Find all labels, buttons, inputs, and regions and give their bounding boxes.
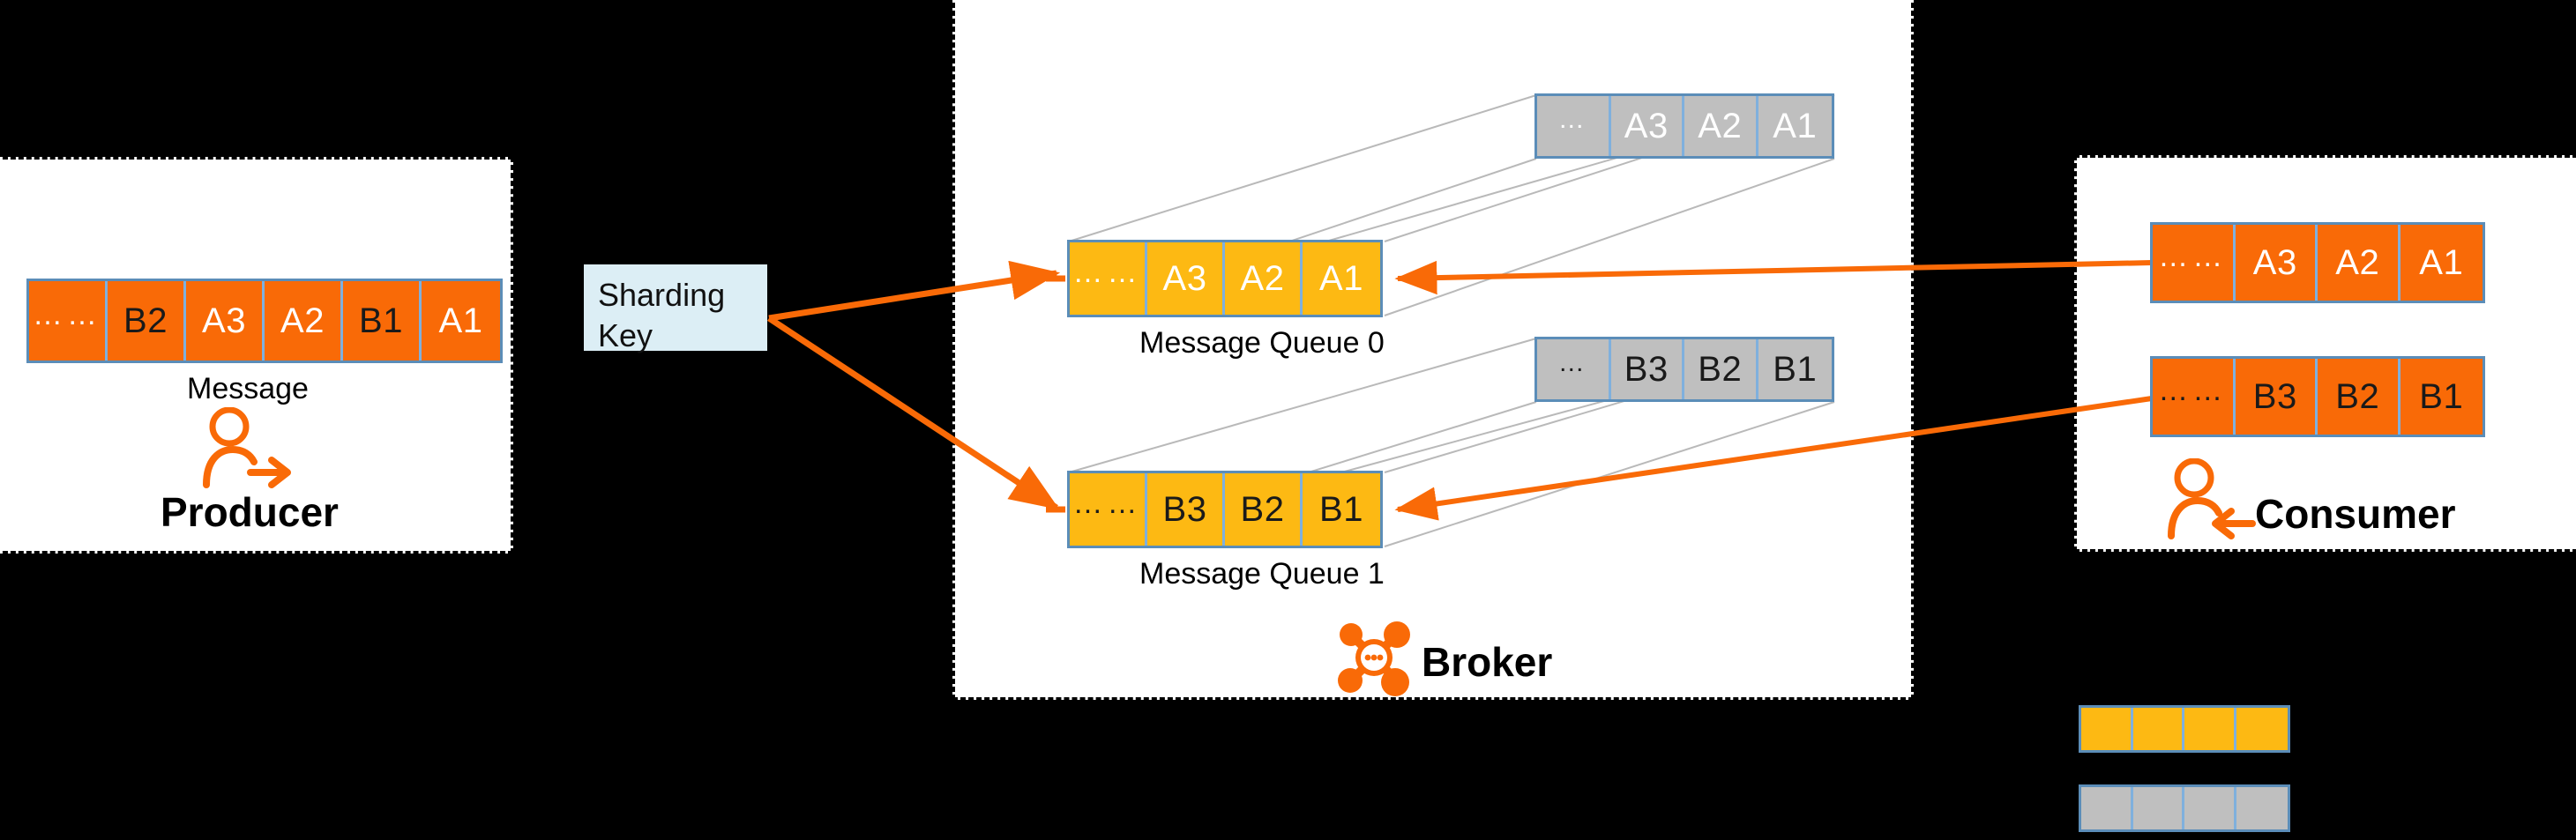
message-caption: Message <box>187 372 309 405</box>
message-queue-0: …… A3 A2 A1 <box>1067 240 1383 317</box>
broker-title: Broker <box>1422 639 1553 685</box>
consumer-queue-b-cell: …… <box>2153 359 2236 435</box>
legend-amber-cell <box>2081 708 2133 750</box>
consumer-queue-b-cell: B1 <box>2400 359 2483 435</box>
message-queue-1-cell: …… <box>1070 473 1147 546</box>
consumer-queue-b-cell: B3 <box>2235 359 2318 435</box>
producer-title: Producer <box>161 489 339 535</box>
shadow-queue-a-cell: A1 <box>1758 96 1832 156</box>
diagram-canvas: …… B2 A3 A2 B1 A1 Message Producer Shard… <box>0 0 2576 840</box>
producer-cell: A3 <box>186 281 265 361</box>
shadow-queue-a-cell: … <box>1537 96 1611 156</box>
consumer-queue-a-cell: A3 <box>2235 225 2318 301</box>
legend-gray-cell <box>2184 787 2236 829</box>
sharding-key-line1: Sharding <box>598 277 726 313</box>
shadow-queue-b: … B3 B2 B1 <box>1534 337 1834 402</box>
legend-gray-cell <box>2081 787 2133 829</box>
consumer-queue-a-cell: …… <box>2153 225 2236 301</box>
legend-amber-cell <box>2236 708 2288 750</box>
producer-message-strip: …… B2 A3 A2 B1 A1 <box>26 279 503 363</box>
producer-cell: B1 <box>343 281 422 361</box>
producer-cell: A1 <box>422 281 500 361</box>
shadow-queue-b-cell: B3 <box>1610 339 1684 399</box>
legend-amber-cell <box>2132 708 2184 750</box>
producer-cell: …… <box>29 281 108 361</box>
broker-node-icon <box>1333 617 1415 702</box>
shadow-queue-b-cell: … <box>1537 339 1611 399</box>
message-queue-0-cell: A3 <box>1147 242 1225 315</box>
sharding-key-box: Sharding Key <box>584 264 767 353</box>
message-queue-1-caption: Message Queue 1 <box>1139 557 1385 591</box>
message-queue-0-cell: A2 <box>1225 242 1303 315</box>
legend-gray-cell <box>2236 787 2288 829</box>
consumer-queue-a: …… A3 A2 A1 <box>2150 222 2485 303</box>
legend-gray-cell <box>2132 787 2184 829</box>
person-arrow-right-icon <box>199 406 298 493</box>
consumer-queue-b-cell: B2 <box>2318 359 2401 435</box>
message-queue-1-cell: B2 <box>1225 473 1303 546</box>
message-queue-0-cell: …… <box>1070 242 1147 315</box>
sharding-key-line2: Key <box>598 317 653 353</box>
message-queue-1: …… B3 B2 B1 <box>1067 471 1383 548</box>
legend-swatch-amber <box>2079 705 2290 753</box>
shadow-queue-a: … A3 A2 A1 <box>1534 93 1834 159</box>
consumer-queue-a-cell: A2 <box>2318 225 2401 301</box>
person-arrow-left-icon <box>2168 457 2266 544</box>
shadow-queue-b-cell: B1 <box>1758 339 1832 399</box>
legend-amber-cell <box>2184 708 2236 750</box>
message-queue-1-cell: B3 <box>1147 473 1225 546</box>
shadow-queue-a-cell: A2 <box>1684 96 1758 156</box>
consumer-queue-a-cell: A1 <box>2400 225 2483 301</box>
message-queue-0-caption: Message Queue 0 <box>1139 326 1385 360</box>
shadow-queue-b-cell: B2 <box>1684 339 1758 399</box>
producer-cell: A2 <box>265 281 343 361</box>
consumer-queue-b: …… B3 B2 B1 <box>2150 356 2485 437</box>
legend-swatch-gray <box>2079 784 2290 832</box>
clipped-edge-glyph: 1 <box>2547 243 2567 282</box>
message-queue-0-cell: A1 <box>1303 242 1380 315</box>
message-queue-1-cell: B1 <box>1303 473 1380 546</box>
producer-cell: B2 <box>108 281 186 361</box>
consumer-title: Consumer <box>2255 491 2456 537</box>
shadow-queue-a-cell: A3 <box>1610 96 1684 156</box>
